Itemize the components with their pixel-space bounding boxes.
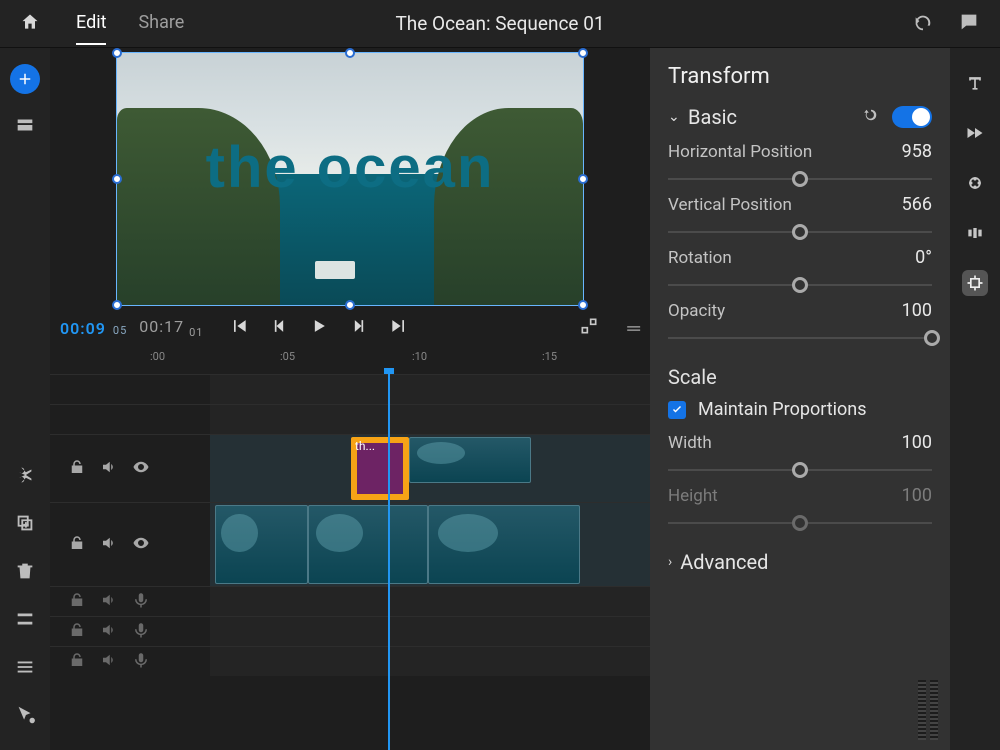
lock-icon[interactable] — [68, 458, 86, 480]
go-to-end-icon[interactable] — [389, 316, 409, 340]
fullscreen-icon[interactable] — [579, 316, 599, 340]
step-forward-icon[interactable] — [349, 316, 369, 340]
video-track-1 — [50, 502, 650, 586]
top-bar: Edit Share The Ocean: Sequence 01 — [0, 0, 1000, 48]
vpos-label: Vertical Position — [668, 195, 792, 215]
duration-timecode: 00:17 01 — [139, 317, 203, 339]
hpos-value[interactable]: 958 — [902, 141, 932, 162]
opacity-value[interactable]: 100 — [902, 300, 932, 321]
video-clip[interactable] — [308, 505, 428, 584]
timeline[interactable]: th... — [50, 374, 650, 750]
speed-tool-icon[interactable] — [962, 120, 988, 146]
panel-title: Transform — [668, 64, 932, 89]
chevron-right-icon: › — [668, 554, 672, 570]
hpos-slider[interactable] — [668, 162, 932, 188]
height-label: Height — [668, 486, 718, 506]
current-timecode[interactable]: 00:09 05 — [60, 319, 127, 338]
vpos-slider[interactable] — [668, 215, 932, 241]
transform-tool-icon[interactable] — [962, 270, 988, 296]
lock-icon[interactable] — [68, 534, 86, 556]
audio-track-1 — [50, 586, 650, 616]
mute-icon[interactable] — [100, 458, 118, 480]
pointer-config-icon[interactable] — [14, 704, 36, 730]
video-clip[interactable] — [409, 437, 531, 483]
section-basic[interactable]: Basic — [688, 105, 737, 129]
section-advanced[interactable]: › Advanced — [668, 550, 932, 574]
rotation-label: Rotation — [668, 248, 732, 268]
section-scale: Scale — [668, 365, 932, 389]
opacity-slider[interactable] — [668, 321, 932, 347]
maintain-proportions-label: Maintain Proportions — [698, 399, 867, 420]
reset-icon[interactable] — [862, 106, 880, 128]
tab-share[interactable]: Share — [138, 2, 184, 45]
basic-toggle[interactable] — [892, 106, 932, 128]
title-clip[interactable]: th... — [351, 437, 409, 500]
playhead[interactable] — [388, 374, 390, 750]
right-rail — [950, 48, 1000, 750]
chevron-down-icon[interactable]: ⌄ — [668, 109, 682, 125]
transform-panel: Transform ⌄ Basic Horizontal Position 958… — [650, 48, 950, 750]
mute-icon[interactable] — [100, 621, 118, 643]
audio-meter — [918, 680, 938, 740]
height-value: 100 — [902, 485, 932, 506]
mute-icon[interactable] — [100, 651, 118, 673]
go-to-start-icon[interactable] — [229, 316, 249, 340]
lock-icon[interactable] — [68, 621, 86, 643]
video-clip[interactable] — [215, 505, 308, 584]
mic-icon[interactable] — [132, 621, 150, 643]
height-slider — [668, 506, 932, 532]
audio-track-2 — [50, 616, 650, 646]
step-back-icon[interactable] — [269, 316, 289, 340]
title-overlay-text[interactable]: the ocean — [117, 134, 583, 201]
width-value[interactable]: 100 — [902, 432, 932, 453]
width-label: Width — [668, 433, 712, 453]
title-tool-icon[interactable] — [962, 70, 988, 96]
transport-bar: 00:09 05 00:17 01 ═ — [50, 306, 650, 350]
video-clip[interactable] — [428, 505, 580, 584]
mute-icon[interactable] — [100, 591, 118, 613]
project-panel-icon[interactable] — [14, 114, 36, 140]
hpos-label: Horizontal Position — [668, 142, 812, 162]
mic-icon[interactable] — [132, 651, 150, 673]
left-rail — [0, 48, 50, 750]
comment-icon[interactable] — [958, 11, 980, 37]
duplicate-icon[interactable] — [14, 512, 36, 538]
timeline-options-icon[interactable]: ═ — [627, 318, 640, 339]
lock-icon[interactable] — [68, 651, 86, 673]
play-icon[interactable] — [309, 316, 329, 340]
scissors-icon[interactable] — [14, 464, 36, 490]
audio-track-3 — [50, 646, 650, 676]
program-monitor[interactable]: the ocean — [116, 52, 584, 306]
audio-tool-icon[interactable] — [962, 220, 988, 246]
width-slider[interactable] — [668, 453, 932, 479]
color-tool-icon[interactable] — [962, 170, 988, 196]
maintain-proportions-checkbox[interactable] — [668, 401, 686, 419]
visibility-icon[interactable] — [132, 458, 150, 480]
list-icon[interactable] — [14, 656, 36, 682]
home-icon[interactable] — [20, 12, 40, 36]
time-ruler[interactable]: :00 :05 :10 :15 — [50, 350, 650, 374]
mute-icon[interactable] — [100, 534, 118, 556]
center-area: the ocean 00:09 05 00:17 01 ═ :00 :05 :1… — [50, 48, 650, 750]
trash-icon[interactable] — [14, 560, 36, 586]
add-button[interactable] — [10, 64, 40, 94]
rotation-slider[interactable] — [668, 268, 932, 294]
expand-track-icon[interactable] — [14, 608, 36, 634]
rotation-value[interactable]: 0° — [915, 247, 932, 268]
mode-tabs: Edit Share — [76, 2, 184, 45]
video-track-2: th... — [50, 434, 650, 502]
vpos-value[interactable]: 566 — [902, 194, 932, 215]
opacity-label: Opacity — [668, 301, 725, 321]
visibility-icon[interactable] — [132, 534, 150, 556]
lock-icon[interactable] — [68, 591, 86, 613]
mic-icon[interactable] — [132, 591, 150, 613]
tab-edit[interactable]: Edit — [76, 2, 106, 45]
undo-icon[interactable] — [912, 11, 934, 37]
